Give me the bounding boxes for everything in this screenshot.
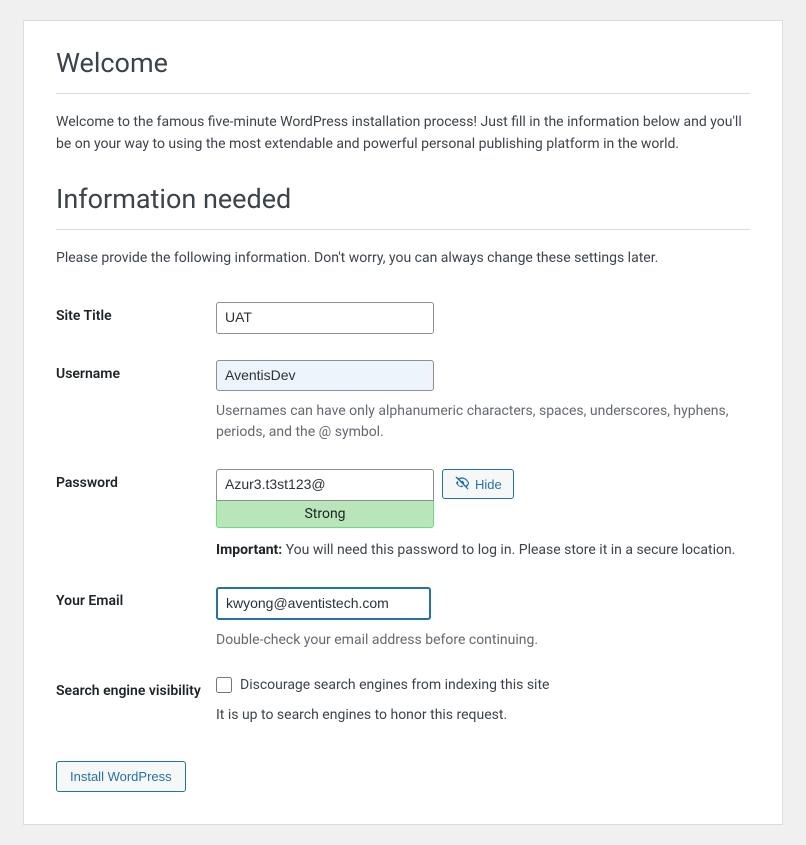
username-input[interactable] (216, 360, 434, 392)
username-label: Username (56, 350, 216, 460)
discourage-checkbox[interactable] (216, 677, 232, 693)
install-form-container: Welcome Welcome to the famous five-minut… (23, 20, 783, 825)
password-important-note: Important: You will need this password t… (216, 540, 750, 561)
information-needed-heading: Information needed (56, 177, 750, 230)
eye-slash-icon (454, 475, 470, 494)
hide-password-button[interactable]: Hide (442, 469, 514, 499)
password-input[interactable] (216, 469, 434, 501)
discourage-checkbox-label: Discourage search engines from indexing … (240, 677, 549, 693)
email-label: Your Email (56, 577, 216, 668)
hide-button-label: Hide (475, 477, 502, 492)
password-label: Password (56, 459, 216, 577)
email-hint: Double-check your email address before c… (216, 630, 750, 651)
welcome-heading: Welcome (56, 41, 750, 94)
install-wordpress-button[interactable]: Install WordPress (56, 761, 186, 792)
search-visibility-label: Search engine visibility (56, 667, 216, 739)
password-strength-indicator: Strong (216, 501, 434, 528)
site-title-label: Site Title (56, 292, 216, 350)
username-hint: Usernames can have only alphanumeric cha… (216, 401, 750, 443)
info-intro-text: Please provide the following information… (56, 248, 750, 270)
discourage-note: It is up to search engines to honor this… (216, 707, 750, 723)
welcome-intro-text: Welcome to the famous five-minute WordPr… (56, 112, 750, 155)
site-title-input[interactable] (216, 302, 434, 334)
email-input[interactable] (216, 587, 431, 621)
